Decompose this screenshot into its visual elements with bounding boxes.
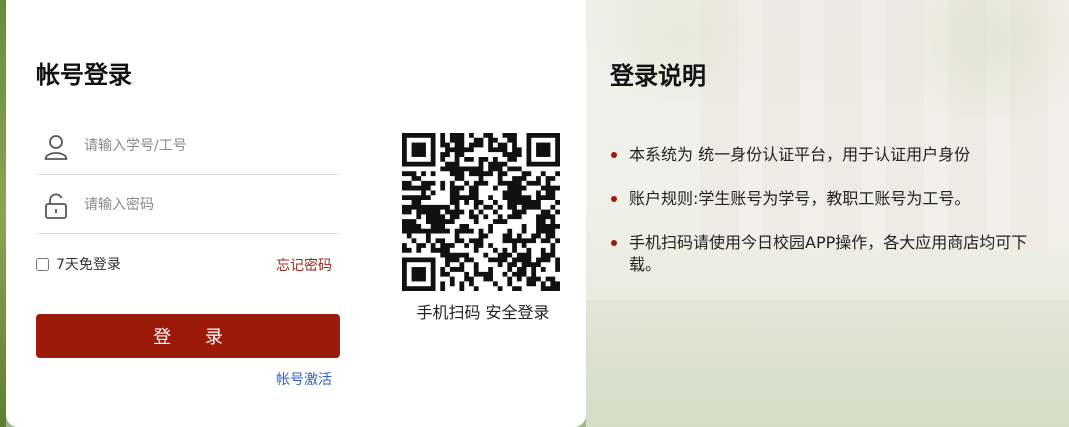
login-title: 帐号登录 [36, 61, 132, 89]
info-item-text: 本系统为 统一身份认证平台，用于认证用户身份 [629, 145, 971, 164]
password-input[interactable] [84, 190, 334, 220]
remember-me[interactable]: 7天免登录 [36, 254, 121, 274]
list-item: 账户规则:学生账号为学号，教职工账号为工号。 [610, 188, 1050, 210]
info-item-text: 账户规则:学生账号为学号，教职工账号为工号。 [629, 189, 971, 208]
qr-caption: 手机扫码 安全登录 [416, 303, 550, 322]
bullet-icon [611, 240, 617, 246]
login-button[interactable]: 登 录 [36, 314, 340, 358]
forgot-password-link[interactable]: 忘记密码 [276, 255, 332, 275]
account-activate-link[interactable]: 帐号激活 [276, 369, 332, 389]
info-title: 登录说明 [610, 62, 706, 90]
remember-me-checkbox[interactable] [36, 257, 49, 271]
info-list: 本系统为 统一身份认证平台，用于认证用户身份 账户规则:学生账号为学号，教职工账… [610, 144, 1050, 298]
qr-code-icon [402, 133, 560, 291]
password-field [36, 176, 340, 234]
lock-icon [45, 193, 67, 219]
username-field [36, 117, 340, 175]
login-card: 帐号登录 7天免登录 忘记密码 登 录 帐号激活 手机扫码 安全登录 [6, 0, 586, 427]
list-item: 手机扫码请使用今日校园APP操作，各大应用商店均可下载。 [610, 232, 1050, 276]
remember-me-label: 7天免登录 [56, 257, 121, 273]
bullet-icon [611, 196, 617, 202]
list-item: 本系统为 统一身份认证平台，用于认证用户身份 [610, 144, 1050, 166]
bullet-icon [611, 152, 617, 158]
username-input[interactable] [84, 131, 334, 161]
info-item-text: 手机扫码请使用今日校园APP操作，各大应用商店均可下载。 [629, 233, 1028, 274]
user-icon [44, 135, 68, 160]
login-instructions-panel: 登录说明 本系统为 统一身份认证平台，用于认证用户身份 账户规则:学生账号为学号… [586, 0, 1069, 427]
